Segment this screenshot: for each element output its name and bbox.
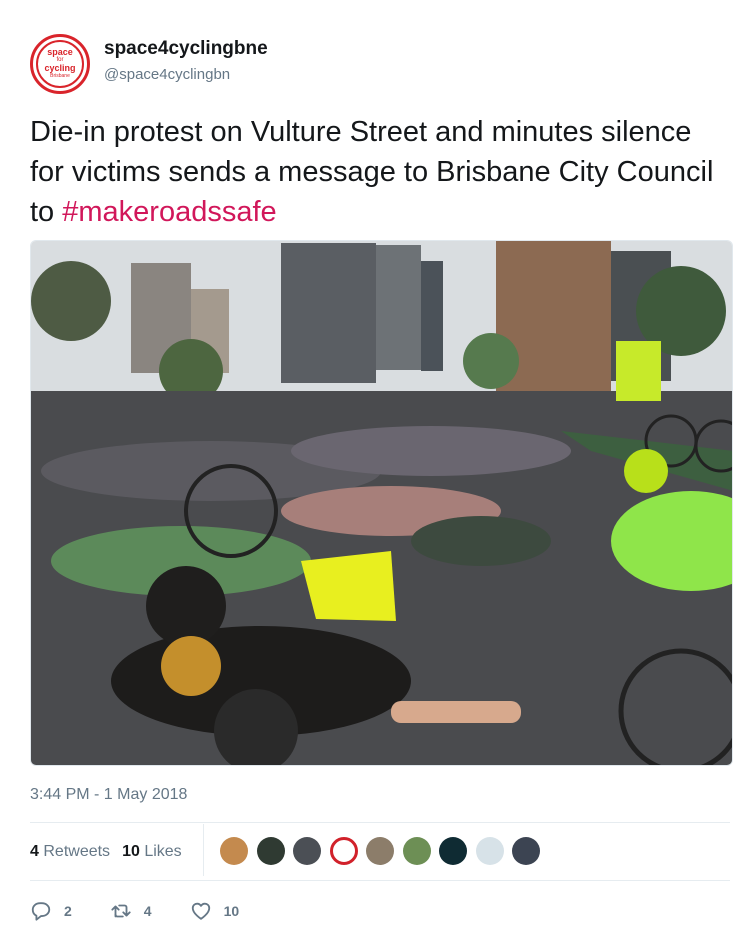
- heart-icon: [191, 902, 210, 920]
- likes-count: 10: [122, 843, 140, 860]
- reply-icon: [31, 902, 51, 921]
- retweet-count: 4: [143, 903, 152, 919]
- reply-button[interactable]: 2: [30, 900, 72, 922]
- avatar[interactable]: space for cycling Brisbane: [30, 34, 90, 94]
- liker-avatars: [220, 837, 549, 865]
- retweets-label: Retweets: [43, 843, 111, 860]
- liker-avatar[interactable]: [293, 837, 321, 865]
- tweet-photo[interactable]: [30, 240, 733, 766]
- liker-avatar[interactable]: [475, 837, 504, 865]
- liker-avatar[interactable]: [439, 837, 467, 865]
- liker-avatar[interactable]: [512, 837, 540, 865]
- like-count: 10: [223, 903, 240, 919]
- protest-photo: [31, 241, 732, 765]
- user-handle[interactable]: @space4cyclingbn: [104, 66, 230, 83]
- tweet-timestamp[interactable]: 3:44 PM - 1 May 2018: [30, 786, 187, 804]
- liker-avatar[interactable]: [220, 837, 248, 865]
- avatar-logo-text: Brisbane: [50, 73, 70, 79]
- retweets-count: 4: [30, 843, 39, 860]
- retweet-button[interactable]: 4: [110, 900, 152, 922]
- tweet-text: Die-in protest on Vulture Street and min…: [30, 112, 730, 232]
- avatar-logo-text: cycling: [44, 63, 76, 73]
- retweet-icon: [111, 904, 131, 918]
- avatar-logo: space for cycling Brisbane: [36, 40, 84, 88]
- liker-avatar[interactable]: [366, 837, 394, 865]
- like-button[interactable]: 10: [190, 900, 240, 922]
- tweet-actions: 2 4 10: [30, 896, 277, 926]
- hashtag-link[interactable]: #makeroadssafe: [62, 196, 276, 228]
- stats-separator: [203, 824, 204, 876]
- liker-avatar[interactable]: [256, 837, 285, 865]
- liker-avatar[interactable]: [329, 837, 358, 865]
- divider: [30, 822, 730, 823]
- display-name[interactable]: space4cyclingbne: [104, 38, 268, 60]
- likes-stat[interactable]: 10 Likes: [122, 843, 182, 861]
- reply-count: 2: [64, 903, 72, 919]
- divider: [30, 880, 730, 881]
- liker-avatar[interactable]: [402, 837, 431, 865]
- likes-label: Likes: [144, 843, 182, 860]
- tweet-stats: 4 Retweets 10 Likes: [30, 832, 194, 872]
- retweets-stat[interactable]: 4 Retweets: [30, 843, 110, 861]
- avatar-logo-text: space: [47, 47, 73, 57]
